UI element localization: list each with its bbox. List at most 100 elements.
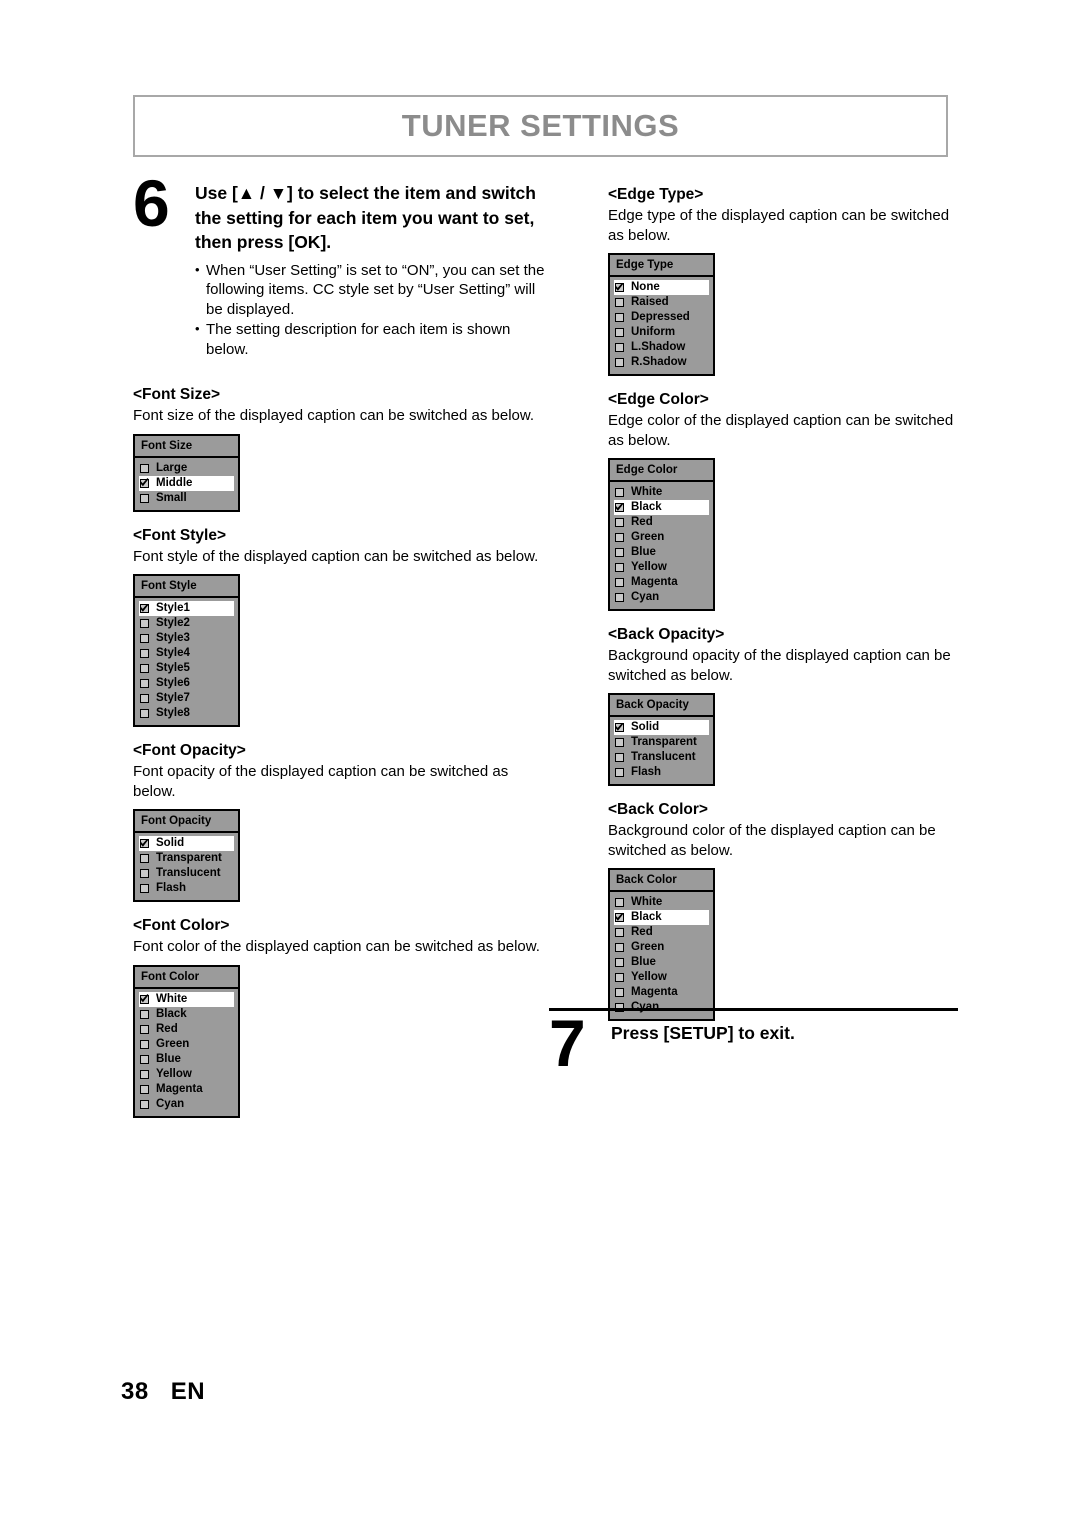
- checkbox-icon[interactable]: [615, 328, 624, 337]
- checkbox-icon[interactable]: [615, 988, 624, 997]
- osd-option-row[interactable]: Style6: [139, 676, 234, 691]
- osd-option-row[interactable]: Blue: [614, 545, 709, 560]
- checkbox-icon[interactable]: [140, 664, 149, 673]
- checkbox-icon[interactable]: [615, 578, 624, 587]
- checkbox-icon[interactable]: [140, 1024, 149, 1034]
- checkbox-icon[interactable]: [140, 869, 149, 878]
- checkbox-icon[interactable]: [140, 679, 149, 688]
- osd-menu-font-color[interactable]: Font Color White Black Red Green Blue Ye…: [133, 964, 240, 1118]
- checkbox-checked-icon[interactable]: [615, 913, 624, 922]
- checkbox-icon[interactable]: [140, 634, 149, 643]
- checkbox-icon[interactable]: [615, 958, 624, 967]
- checkbox-icon[interactable]: [140, 1084, 149, 1094]
- osd-option-row[interactable]: Blue: [139, 1052, 234, 1067]
- osd-option-row[interactable]: Solid: [614, 720, 709, 735]
- checkbox-checked-icon[interactable]: [615, 503, 624, 512]
- osd-option-row[interactable]: Blue: [614, 955, 709, 970]
- osd-option-row[interactable]: Solid: [139, 836, 234, 851]
- osd-option-row[interactable]: Green: [139, 1037, 234, 1052]
- osd-option-row[interactable]: None: [614, 280, 709, 295]
- checkbox-icon[interactable]: [615, 358, 624, 367]
- osd-option-row[interactable]: White: [139, 991, 234, 1007]
- osd-option-row[interactable]: Style8: [139, 706, 234, 721]
- osd-option-row[interactable]: Yellow: [614, 970, 709, 985]
- osd-option-row[interactable]: Cyan: [139, 1097, 234, 1112]
- osd-option-row[interactable]: Flash: [139, 881, 234, 896]
- checkbox-icon[interactable]: [140, 884, 149, 893]
- checkbox-icon[interactable]: [615, 943, 624, 952]
- osd-option-row[interactable]: Magenta: [139, 1082, 234, 1097]
- osd-option-row[interactable]: Style5: [139, 661, 234, 676]
- osd-option-row[interactable]: Flash: [614, 765, 709, 780]
- osd-option-row[interactable]: White: [614, 485, 709, 500]
- osd-option-row[interactable]: Small: [139, 491, 234, 506]
- checkbox-icon[interactable]: [615, 563, 624, 572]
- checkbox-icon[interactable]: [615, 518, 624, 527]
- osd-option-row[interactable]: Translucent: [614, 750, 709, 765]
- checkbox-icon[interactable]: [615, 973, 624, 982]
- checkbox-icon[interactable]: [140, 854, 149, 863]
- checkbox-icon[interactable]: [140, 1039, 149, 1049]
- checkbox-icon[interactable]: [615, 298, 624, 307]
- checkbox-checked-icon[interactable]: [615, 723, 624, 732]
- checkbox-icon[interactable]: [140, 649, 149, 658]
- checkbox-icon[interactable]: [140, 694, 149, 703]
- checkbox-icon[interactable]: [615, 313, 624, 322]
- checkbox-icon[interactable]: [615, 768, 624, 777]
- osd-option-row[interactable]: Raised: [614, 295, 709, 310]
- osd-option-row[interactable]: Style7: [139, 691, 234, 706]
- checkbox-icon[interactable]: [140, 493, 149, 503]
- osd-option-row[interactable]: Middle: [139, 475, 234, 491]
- checkbox-icon[interactable]: [615, 753, 624, 762]
- osd-option-row[interactable]: R.Shadow: [614, 355, 709, 370]
- checkbox-icon[interactable]: [615, 343, 624, 352]
- checkbox-icon[interactable]: [615, 928, 624, 937]
- osd-option-row[interactable]: Uniform: [614, 325, 709, 340]
- osd-menu-font-style[interactable]: Font Style Style1 Style2 Style3 Style4 S…: [133, 574, 240, 727]
- osd-option-row[interactable]: Red: [614, 515, 709, 530]
- osd-menu-back-opacity[interactable]: Back Opacity Solid Transparent Transluce…: [608, 693, 715, 786]
- osd-option-row[interactable]: Red: [614, 925, 709, 940]
- osd-option-row[interactable]: Style3: [139, 631, 234, 646]
- checkbox-icon[interactable]: [615, 898, 624, 907]
- checkbox-icon[interactable]: [140, 1099, 149, 1109]
- checkbox-icon[interactable]: [615, 738, 624, 747]
- checkbox-checked-icon[interactable]: [615, 283, 624, 292]
- osd-option-row[interactable]: White: [614, 895, 709, 910]
- osd-option-row[interactable]: Translucent: [139, 866, 234, 881]
- osd-menu-edge-type[interactable]: Edge Type None Raised Depressed Uniform …: [608, 253, 715, 376]
- osd-option-row[interactable]: Black: [614, 500, 709, 515]
- osd-option-row[interactable]: Cyan: [614, 590, 709, 605]
- osd-menu-font-size[interactable]: Font Size Large Middle Small: [133, 433, 240, 512]
- checkbox-icon[interactable]: [615, 593, 624, 602]
- osd-option-row[interactable]: Green: [614, 940, 709, 955]
- checkbox-checked-icon[interactable]: [140, 604, 149, 613]
- osd-option-row[interactable]: Transparent: [614, 735, 709, 750]
- osd-option-row[interactable]: Depressed: [614, 310, 709, 325]
- osd-option-row[interactable]: Magenta: [614, 575, 709, 590]
- checkbox-icon[interactable]: [140, 463, 149, 473]
- osd-option-row[interactable]: Transparent: [139, 851, 234, 866]
- osd-option-row[interactable]: Yellow: [139, 1067, 234, 1082]
- checkbox-icon[interactable]: [615, 533, 624, 542]
- osd-option-row[interactable]: Style1: [139, 601, 234, 616]
- checkbox-icon[interactable]: [140, 1069, 149, 1079]
- osd-option-row[interactable]: Magenta: [614, 985, 709, 1000]
- osd-option-row[interactable]: L.Shadow: [614, 340, 709, 355]
- osd-option-row[interactable]: Black: [614, 910, 709, 925]
- osd-option-row[interactable]: Style4: [139, 646, 234, 661]
- checkbox-icon[interactable]: [615, 548, 624, 557]
- checkbox-icon[interactable]: [140, 619, 149, 628]
- osd-option-row[interactable]: Red: [139, 1022, 234, 1037]
- osd-option-row[interactable]: Yellow: [614, 560, 709, 575]
- osd-option-row[interactable]: Black: [139, 1007, 234, 1022]
- checkbox-icon[interactable]: [140, 1009, 149, 1019]
- osd-option-row[interactable]: Style2: [139, 616, 234, 631]
- checkbox-checked-icon[interactable]: [140, 994, 149, 1004]
- checkbox-icon[interactable]: [615, 488, 624, 497]
- checkbox-checked-icon[interactable]: [140, 839, 149, 848]
- osd-menu-edge-color[interactable]: Edge Color White Black Red Green Blue Ye…: [608, 458, 715, 611]
- osd-option-row[interactable]: Large: [139, 461, 234, 476]
- checkbox-icon[interactable]: [140, 1054, 149, 1064]
- osd-option-row[interactable]: Green: [614, 530, 709, 545]
